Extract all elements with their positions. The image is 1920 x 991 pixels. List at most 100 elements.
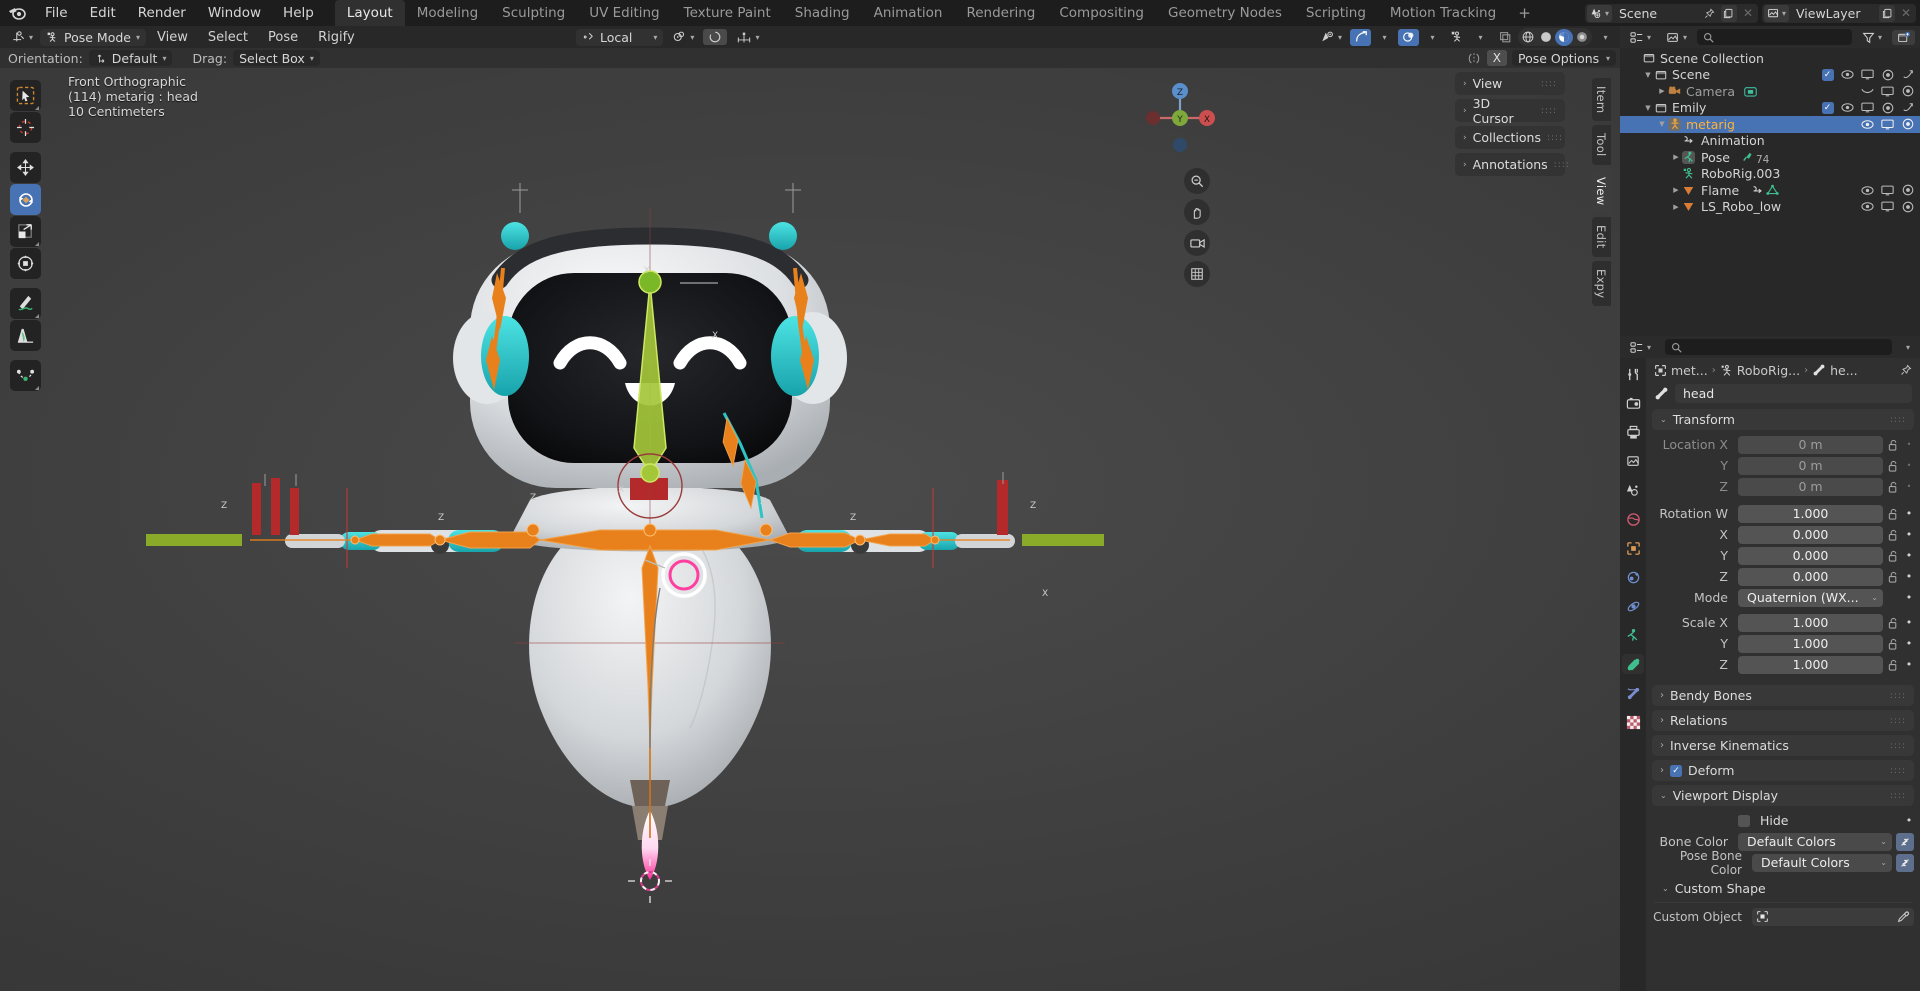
measure-tool-button[interactable] — [10, 320, 41, 351]
viewlayer-name[interactable]: ViewLayer — [1792, 6, 1876, 21]
tab-physics[interactable] — [1622, 596, 1644, 616]
scale-x-field[interactable]: 1.000 — [1738, 613, 1883, 632]
animate-dot[interactable]: • — [1904, 528, 1914, 541]
outliner-row-metarig[interactable]: ▼ metarig — [1620, 116, 1920, 133]
screen-icon[interactable] — [1881, 200, 1894, 213]
animate-dot[interactable]: • — [1904, 440, 1914, 449]
expand-triangle-icon[interactable]: ▼ — [1642, 104, 1654, 112]
toggle-camera-view-icon[interactable] — [1184, 230, 1210, 256]
screen-icon[interactable] — [1881, 118, 1894, 131]
panel-header-viewport-display[interactable]: ⌄ Viewport Display :::: — [1652, 785, 1914, 806]
panel-header-bendy-bones[interactable]: › Bendy Bones :::: — [1652, 685, 1914, 706]
drag-dropdown[interactable]: Select Box ▾ — [233, 50, 320, 66]
viewport-menu-select[interactable]: Select — [199, 28, 257, 47]
sidebar-tab-view[interactable]: View — [1592, 168, 1611, 214]
expand-triangle-icon[interactable]: ▼ — [1642, 71, 1654, 79]
workspace-tab-layout[interactable]: Layout — [334, 0, 405, 26]
outliner-row-roborig[interactable]: RoboRig.003 — [1620, 166, 1920, 183]
blender-logo-icon[interactable] — [6, 3, 28, 23]
scale-y-field[interactable]: 1.000 — [1738, 634, 1883, 653]
sidebar-section-collections[interactable]: › Collections :::: — [1455, 126, 1565, 149]
location-z-field[interactable]: 0 m — [1738, 477, 1883, 496]
lock-icon[interactable] — [1887, 508, 1900, 520]
xray-options-chevron[interactable]: ▾ — [1470, 29, 1491, 46]
toggle-orthographic-icon[interactable] — [1184, 261, 1210, 287]
tab-scene[interactable] — [1622, 480, 1644, 500]
properties-search-input[interactable] — [1665, 339, 1892, 355]
menu-window[interactable]: Window — [197, 2, 272, 24]
workspace-tab-texture-paint[interactable]: Texture Paint — [672, 0, 783, 26]
shading-material-preview-button[interactable] — [1555, 28, 1573, 46]
workspace-tab-sculpting[interactable]: Sculpting — [490, 0, 577, 26]
copy-color-icon[interactable] — [1896, 832, 1914, 851]
camera-data-icon[interactable] — [1744, 85, 1757, 98]
lock-icon[interactable] — [1887, 460, 1900, 472]
deform-checkbox[interactable]: ✓ — [1670, 764, 1682, 777]
screen-icon[interactable] — [1881, 85, 1894, 98]
tab-render[interactable] — [1622, 393, 1644, 413]
xray-toggle[interactable] — [1446, 29, 1467, 46]
navigation-gizmo[interactable]: Z X Y — [1140, 78, 1220, 158]
viewlayer-browse-icon[interactable]: ▾ — [1763, 4, 1789, 22]
shading-options-chevron[interactable]: ▾ — [1595, 29, 1616, 46]
outliner-search-input[interactable] — [1697, 29, 1852, 45]
animate-dot[interactable]: • — [1904, 482, 1914, 491]
gizmo-options-chevron[interactable]: ▾ — [1374, 29, 1395, 46]
move-tool-button[interactable] — [10, 152, 41, 183]
exclude-checkbox[interactable]: ✓ — [1821, 68, 1834, 81]
lock-icon[interactable] — [1887, 617, 1900, 629]
lock-icon[interactable] — [1887, 529, 1900, 541]
camera-render-icon[interactable] — [1901, 85, 1914, 98]
eye-icon[interactable] — [1861, 200, 1874, 213]
xmirror-icon[interactable] — [1466, 52, 1482, 65]
viewport-menu-view[interactable]: View — [148, 28, 197, 47]
outliner-row-flame[interactable]: ▶ Flame — [1620, 182, 1920, 199]
tab-world[interactable] — [1622, 509, 1644, 529]
workspace-tab-compositing[interactable]: Compositing — [1047, 0, 1156, 26]
new-viewlayer-icon[interactable] — [1879, 4, 1895, 22]
rotate-tool-button[interactable] — [10, 184, 41, 215]
animate-dot[interactable]: • — [1904, 461, 1914, 470]
panel-header-relations[interactable]: › Relations :::: — [1652, 710, 1914, 731]
add-workspace-button[interactable]: + — [1508, 0, 1541, 27]
expand-triangle-icon[interactable]: ▶ — [1656, 87, 1668, 95]
workspace-tab-scripting[interactable]: Scripting — [1294, 0, 1378, 26]
remove-viewlayer-icon[interactable]: ✕ — [1898, 5, 1914, 22]
show-gizmo-toggle[interactable] — [1350, 28, 1371, 46]
scale-z-field[interactable]: 1.000 — [1738, 655, 1883, 674]
tab-view-layer[interactable] — [1622, 451, 1644, 471]
snapping-toggle[interactable]: ▾ — [667, 29, 699, 45]
outliner-editor-type-icon[interactable]: ▾ — [1625, 30, 1656, 45]
move-view-icon[interactable] — [1184, 199, 1210, 225]
rotation-x-field[interactable]: 0.000 — [1738, 525, 1883, 544]
arrow-icon[interactable] — [1901, 68, 1914, 81]
scene-selector[interactable]: ▾ Scene ✕ — [1584, 3, 1758, 23]
expand-triangle-icon[interactable]: ▶ — [1670, 153, 1682, 161]
sidebar-section-3d-cursor[interactable]: › 3D Cursor :::: — [1455, 96, 1565, 126]
outliner-row-camera[interactable]: ▶ Camera — [1620, 83, 1920, 100]
eye-icon[interactable] — [1861, 118, 1874, 131]
location-x-field[interactable]: 0 m — [1738, 435, 1883, 454]
viewlayer-selector[interactable]: ▾ ViewLayer ✕ — [1761, 3, 1916, 23]
camera-render-icon[interactable] — [1901, 200, 1914, 213]
breadcrumb-object-name[interactable]: met... — [1671, 363, 1708, 378]
lock-icon[interactable] — [1887, 550, 1900, 562]
scene-browse-icon[interactable]: ▾ — [1586, 4, 1612, 22]
outliner-row-emily[interactable]: ▼ Emily ✓ — [1620, 100, 1920, 117]
camera-render-icon[interactable] — [1881, 68, 1894, 81]
custom-object-field[interactable] — [1752, 907, 1914, 926]
proportional-editing-toggle[interactable] — [703, 29, 728, 45]
workspace-tab-modeling[interactable]: Modeling — [405, 0, 490, 26]
animate-dot[interactable]: • — [1904, 637, 1914, 650]
toggle-xray-button[interactable] — [1494, 29, 1515, 46]
camera-render-icon[interactable] — [1901, 118, 1914, 131]
rotation-y-field[interactable]: 0.000 — [1738, 546, 1883, 565]
expand-triangle-icon[interactable]: ▶ — [1670, 186, 1682, 194]
tab-object-constraints[interactable] — [1622, 625, 1644, 645]
panel-header-deform[interactable]: › ✓ Deform :::: — [1652, 760, 1914, 781]
workspace-tab-shading[interactable]: Shading — [783, 0, 862, 26]
pin-properties-icon[interactable] — [1900, 364, 1912, 376]
tab-material[interactable] — [1622, 712, 1644, 732]
sidebar-section-view[interactable]: › View :::: — [1455, 72, 1565, 95]
workspace-tab-geometry-nodes[interactable]: Geometry Nodes — [1156, 0, 1294, 26]
